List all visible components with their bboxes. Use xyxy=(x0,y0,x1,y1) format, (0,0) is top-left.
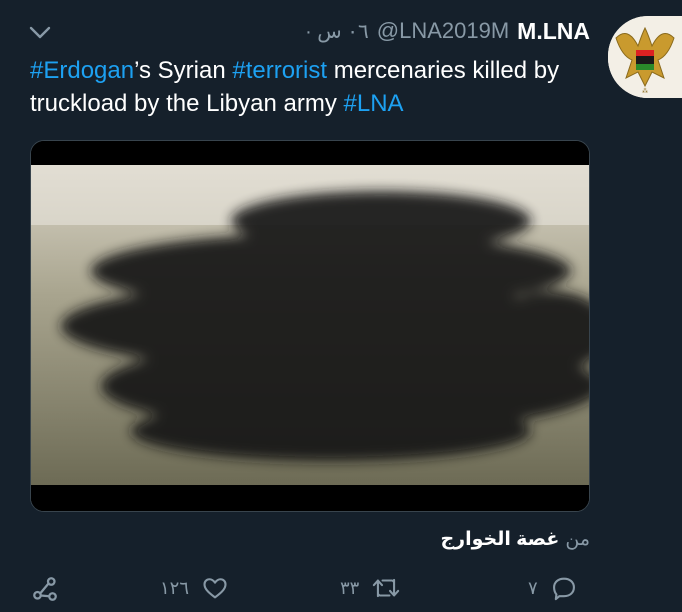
eagle-emblem-icon: ⁂ xyxy=(608,16,682,98)
source-prefix: من xyxy=(565,529,590,550)
retweet-count: ٣٣ xyxy=(340,577,360,598)
retweet-icon xyxy=(371,574,401,602)
tweet-header: ٠٦ س · @LNA2019M M.LNA xyxy=(305,16,590,46)
video-media[interactable] xyxy=(30,140,590,512)
tweet-timestamp[interactable]: ٠٦ س · xyxy=(305,19,369,44)
display-name[interactable]: M.LNA xyxy=(517,18,590,45)
reply-icon xyxy=(550,574,578,602)
svg-text:⁂: ⁂ xyxy=(642,88,648,95)
chevron-down-icon[interactable] xyxy=(28,22,52,42)
share-icon xyxy=(30,574,60,604)
share-button[interactable] xyxy=(30,574,60,604)
hashtag-terrorist[interactable]: #terrorist xyxy=(232,57,327,84)
action-bar: ٧ ٣٣ ١٢٦ xyxy=(0,566,682,612)
heart-icon xyxy=(201,574,229,602)
source-attribution: من غصة الخوارج xyxy=(440,528,590,551)
retweet-button[interactable]: ٣٣ xyxy=(340,574,401,602)
video-frame xyxy=(31,141,589,511)
reply-button[interactable]: ٧ xyxy=(528,574,578,602)
tweet-text-segment: ’s Syrian xyxy=(134,57,233,84)
avatar[interactable]: ⁂ xyxy=(608,16,682,98)
tweet-text: #Erdogan’s Syrian #terrorist mercenaries… xyxy=(30,54,600,120)
user-handle[interactable]: @LNA2019M xyxy=(377,18,509,44)
like-button[interactable]: ١٢٦ xyxy=(160,574,229,602)
hashtag-lna[interactable]: #LNA xyxy=(344,90,404,117)
reply-count: ٧ xyxy=(528,577,538,598)
like-count: ١٢٦ xyxy=(160,577,190,598)
source-name[interactable]: غصة الخوارج xyxy=(440,528,559,551)
hashtag-erdogan[interactable]: #Erdogan xyxy=(30,57,134,84)
